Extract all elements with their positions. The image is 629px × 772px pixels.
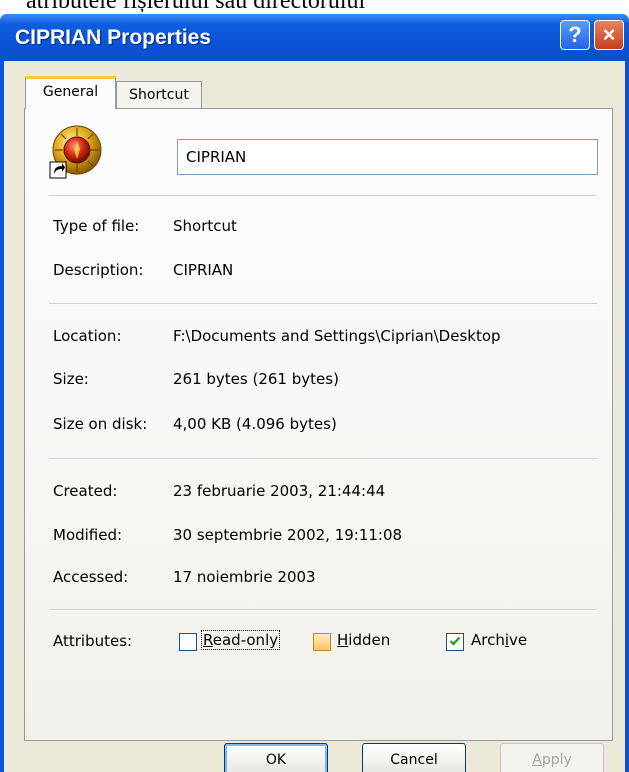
location-label: Location: [53,327,122,345]
file-name-field[interactable]: CIPRIAN [177,139,598,175]
apply-access-key: A [532,752,542,768]
modified-value: 30 septembrie 2002, 19:11:08 [173,526,403,544]
title-bar[interactable]: CIPRIAN Properties ? × [0,14,629,61]
general-tab-panel: CIPRIAN Type of file: Shortcut Descripti… [24,108,613,741]
readonly-checkbox[interactable] [179,633,197,651]
apply-button[interactable]: Apply [500,743,604,772]
size-on-disk-value: 4,00 KB (4.096 bytes) [173,415,337,433]
ok-button[interactable]: OK [224,743,328,772]
location-value: F:\Documents and Settings\Ciprian\Deskto… [173,327,501,345]
separator [49,458,597,460]
help-button[interactable]: ? [560,20,590,50]
hidden-text-post: idden [348,631,391,649]
separator [49,609,597,611]
size-on-disk-label: Size on disk: [53,415,148,433]
separator [49,195,597,197]
window-title: CIPRIAN Properties [15,26,212,49]
accessed-label: Accessed: [53,568,129,586]
hidden-checkbox[interactable] [313,633,331,651]
archive-label[interactable]: Archive [471,631,527,649]
type-of-file-value: Shortcut [173,217,237,235]
readonly-label[interactable]: Read-only [201,630,281,650]
accessed-value: 17 noiembrie 2003 [173,568,316,586]
size-value: 261 bytes (261 bytes) [173,370,339,388]
shortcut-file-icon [49,125,102,179]
created-label: Created: [53,482,118,500]
tab-general[interactable]: General [25,76,116,109]
modified-label: Modified: [53,526,123,544]
description-label: Description: [53,261,144,279]
description-value: CIPRIAN [173,261,234,279]
readonly-text-post: ead-only [212,631,279,649]
archive-checkbox[interactable] [446,633,464,651]
readonly-focus: Read-only [201,630,281,650]
archive-text-post: ve [509,631,528,649]
tab-shortcut[interactable]: Shortcut [116,81,202,108]
size-label: Size: [53,370,89,388]
attributes-label: Attributes: [53,632,133,650]
dialog-client-area: General Shortcut CIPRIAN Type of file: S… [4,61,625,772]
close-button[interactable]: × [594,20,624,50]
checkmark-icon [449,636,461,646]
type-of-file-label: Type of file: [53,217,140,235]
readonly-access-key: R [203,631,213,649]
created-value: 23 februarie 2003, 21:44:44 [173,482,386,500]
help-icon: ? [568,22,582,47]
hidden-access-key: H [337,631,349,649]
hidden-label[interactable]: Hidden [337,631,390,649]
close-icon: × [602,22,616,47]
archive-text-pre: Arch [471,631,505,649]
cancel-button[interactable]: Cancel [362,743,466,772]
separator [49,303,597,305]
apply-text-post: pply [541,752,572,768]
properties-window: CIPRIAN Properties ? × General Shortcut [0,14,629,772]
document-caption: atributele fișierului sau directorului [26,0,546,12]
